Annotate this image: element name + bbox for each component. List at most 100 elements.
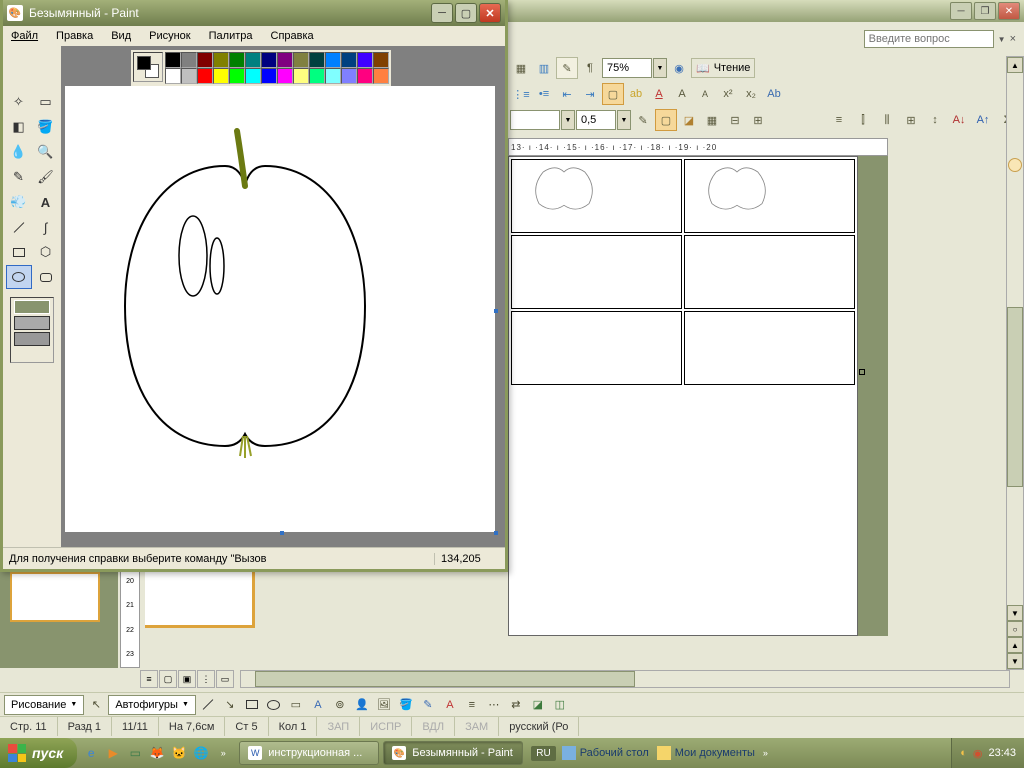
shading-icon[interactable]: ◪: [678, 109, 700, 131]
fill-icon[interactable]: 🪣: [33, 115, 59, 139]
rect-icon[interactable]: [6, 240, 32, 264]
distribute-cols-icon[interactable]: ⫼: [876, 109, 898, 131]
reading-view-icon[interactable]: ▭: [216, 670, 234, 688]
word-minimize-button[interactable]: ─: [950, 2, 972, 20]
word-close-button[interactable]: ✕: [998, 2, 1020, 20]
tray-icon[interactable]: ◉: [973, 747, 983, 760]
columns-icon[interactable]: ▥: [533, 57, 555, 79]
menu-edit[interactable]: Правка: [52, 28, 97, 44]
color-swatch[interactable]: [293, 68, 309, 84]
highlight-icon[interactable]: ab: [625, 83, 647, 105]
paragraph-icon[interactable]: ¶: [579, 57, 601, 79]
media-player-icon[interactable]: ▶: [103, 743, 123, 763]
help-icon[interactable]: ◉: [668, 57, 690, 79]
line-icon[interactable]: [6, 215, 32, 239]
arrow-style-icon[interactable]: ⇄: [506, 695, 526, 715]
oval-icon[interactable]: [264, 695, 284, 715]
color-swatch[interactable]: [229, 52, 245, 68]
word-vertical-ruler[interactable]: 20212223: [120, 568, 140, 668]
increase-indent-icon[interactable]: ⇥: [579, 83, 601, 105]
fg-bg-colors[interactable]: [133, 52, 163, 82]
print-view-icon[interactable]: ▣: [178, 670, 196, 688]
taskbar-lang[interactable]: RU: [531, 746, 555, 761]
help-search-input[interactable]: [864, 30, 994, 48]
color-swatch[interactable]: [325, 52, 341, 68]
menu-image[interactable]: Рисунок: [145, 28, 195, 44]
taskbar-item-word[interactable]: W инструкционная ...: [239, 741, 379, 765]
color-swatch[interactable]: [261, 52, 277, 68]
picture-icon[interactable]: 🖼: [374, 695, 394, 715]
merge-cells-icon[interactable]: ⊟: [724, 109, 746, 131]
color-swatch[interactable]: [373, 52, 389, 68]
rect-select-icon[interactable]: ▭: [33, 90, 59, 114]
color-swatch[interactable]: [357, 68, 373, 84]
toolbar-more-icon[interactable]: »: [763, 748, 768, 758]
status-ext[interactable]: ВДЛ: [412, 717, 455, 736]
line-weight-dropdown[interactable]: ▼: [617, 110, 631, 130]
polygon-icon[interactable]: ⬡: [33, 240, 59, 264]
color-swatch[interactable]: [293, 52, 309, 68]
font-color-icon[interactable]: A: [648, 83, 670, 105]
ql-app-icon[interactable]: 🦊: [147, 743, 167, 763]
numbering-icon[interactable]: ⋮≡: [510, 83, 532, 105]
side-smart-tags[interactable]: [1008, 158, 1022, 172]
insert-table-icon[interactable]: ▦: [701, 109, 723, 131]
sort-asc-icon[interactable]: A↓: [948, 109, 970, 131]
status-trk[interactable]: ИСПР: [360, 717, 412, 736]
decrease-indent-icon[interactable]: ⇤: [556, 83, 578, 105]
color-swatch[interactable]: [181, 52, 197, 68]
rectangle-icon[interactable]: [242, 695, 262, 715]
picker-icon[interactable]: 💧: [6, 140, 32, 164]
autoshapes-button[interactable]: Автофигуры▼: [108, 695, 196, 715]
drawing-menu-button[interactable]: Рисование▼: [4, 695, 84, 715]
ql-app-icon[interactable]: 🐱: [169, 743, 189, 763]
status-ovr[interactable]: ЗАМ: [455, 717, 499, 736]
color-swatch[interactable]: [357, 52, 373, 68]
sort-desc-icon[interactable]: A↑: [972, 109, 994, 131]
color-swatch[interactable]: [229, 68, 245, 84]
color-swatch[interactable]: [325, 68, 341, 84]
text-direction-icon[interactable]: ↕: [924, 109, 946, 131]
foreground-color[interactable]: [137, 56, 151, 70]
zoom-dropdown-icon[interactable]: ▼: [653, 58, 667, 78]
word-restore-button[interactable]: ❐: [974, 2, 996, 20]
table-resize-handle[interactable]: [859, 369, 865, 375]
eraser-icon[interactable]: ◧: [6, 115, 32, 139]
show-desktop-icon[interactable]: ▭: [125, 743, 145, 763]
ql-app-icon[interactable]: 🌐: [191, 743, 211, 763]
wordart-icon[interactable]: A: [308, 695, 328, 715]
color-swatch[interactable]: [245, 68, 261, 84]
shadow-icon[interactable]: ◪: [528, 695, 548, 715]
color-swatch[interactable]: [277, 68, 293, 84]
align-cells-icon[interactable]: ≡: [828, 109, 850, 131]
border-color-icon[interactable]: ✎: [632, 109, 654, 131]
color-swatch[interactable]: [213, 68, 229, 84]
clipart-icon[interactable]: 👤: [352, 695, 372, 715]
outside-border-icon[interactable]: ▢: [655, 109, 677, 131]
start-button[interactable]: пуск: [0, 738, 77, 768]
line-style-dropdown[interactable]: ▼: [561, 110, 575, 130]
dropdown-icon[interactable]: ▼: [998, 35, 1006, 44]
color-swatch[interactable]: [181, 68, 197, 84]
line-style-icon[interactable]: ≡: [462, 695, 482, 715]
status-lang[interactable]: русский (Ро: [499, 717, 579, 736]
mydocs-link[interactable]: Мои документы: [657, 746, 755, 760]
freeform-select-icon[interactable]: ✧: [6, 90, 32, 114]
color-swatch[interactable]: [245, 52, 261, 68]
shrink-font-icon[interactable]: A: [694, 83, 716, 105]
system-clock[interactable]: 23:43: [988, 747, 1016, 759]
menu-view[interactable]: Вид: [107, 28, 135, 44]
reading-mode-button[interactable]: 📖Чтение: [691, 58, 755, 78]
split-cells-icon[interactable]: ⊞: [747, 109, 769, 131]
color-swatch[interactable]: [261, 68, 277, 84]
word-page-thumbnail[interactable]: [10, 572, 100, 622]
paint-maximize-button[interactable]: ▢: [455, 3, 477, 23]
line-color-icon[interactable]: ✎: [418, 695, 438, 715]
zoom-field[interactable]: 75%: [602, 58, 652, 78]
tray-icon[interactable]: ◐: [960, 747, 967, 759]
line-icon[interactable]: [198, 695, 218, 715]
color-swatch[interactable]: [213, 52, 229, 68]
diagram-icon[interactable]: ⊚: [330, 695, 350, 715]
paint-titlebar[interactable]: 🎨 Безымянный - Paint ─ ▢ ✕: [3, 0, 505, 26]
arrow-icon[interactable]: ↘: [220, 695, 240, 715]
